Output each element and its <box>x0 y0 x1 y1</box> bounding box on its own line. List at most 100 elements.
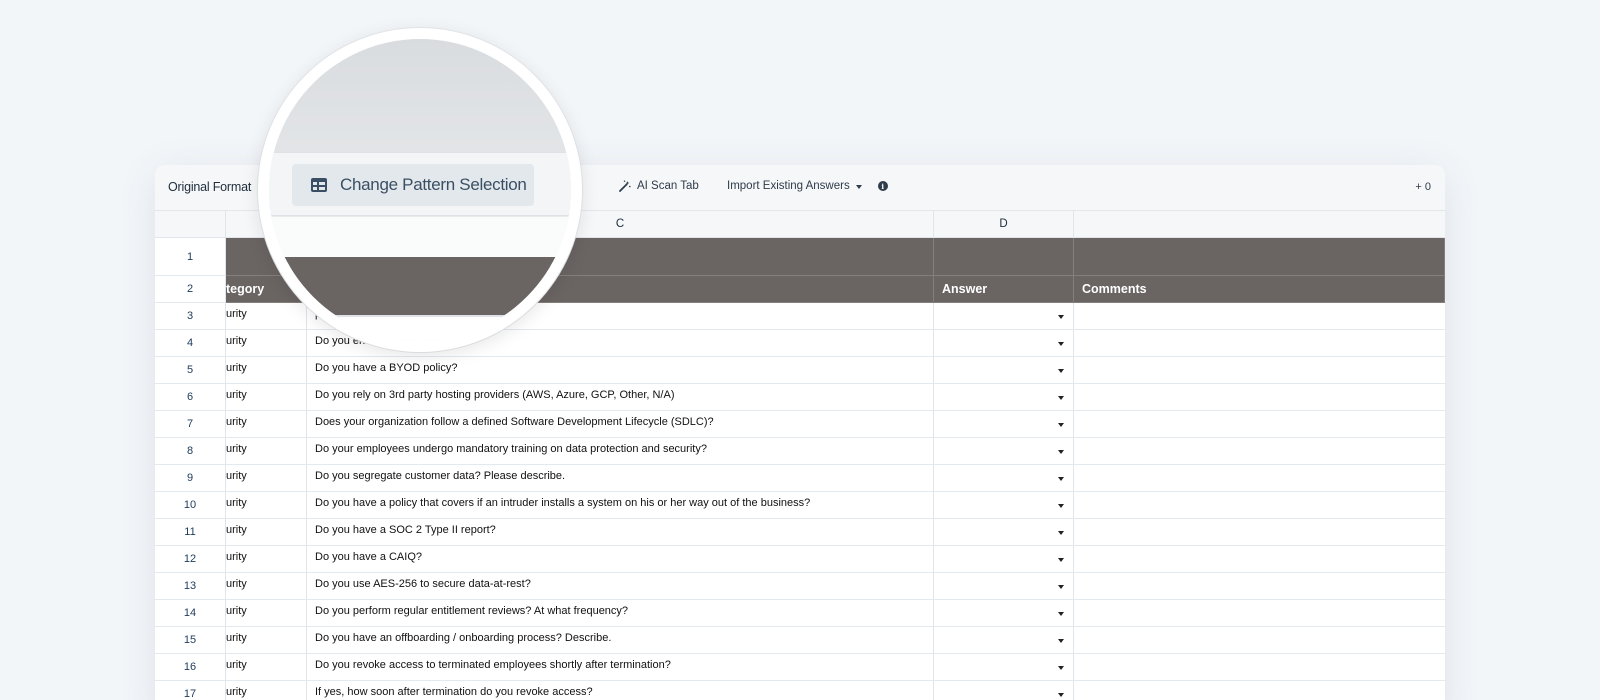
question-cell[interactable]: Do you rely on 3rd party hosting provide… <box>307 384 934 410</box>
row-number[interactable]: 7 <box>155 411 226 438</box>
category-cell[interactable]: urity <box>226 465 307 491</box>
answer-dropdown[interactable] <box>934 330 1074 356</box>
question-cell[interactable]: Do you have an offboarding / onboarding … <box>307 627 934 653</box>
answer-dropdown[interactable] <box>934 492 1074 518</box>
row-number[interactable]: 3 <box>155 303 226 330</box>
comments-header[interactable]: Comments <box>1074 276 1445 302</box>
chevron-down-icon <box>1058 396 1064 400</box>
answer-dropdown[interactable] <box>934 357 1074 383</box>
row-number[interactable]: 15 <box>155 627 226 654</box>
magnifier-lens: Change Pattern Selection <box>258 28 582 352</box>
row-number-gutter: 1 2 3 4 5 6 7 8 9 10 11 12 13 14 15 16 17 <box>155 238 226 700</box>
row-number[interactable]: 13 <box>155 573 226 600</box>
row-number[interactable]: 12 <box>155 546 226 573</box>
magnified-data-row <box>269 317 571 341</box>
corner-cell[interactable] <box>155 211 226 238</box>
comments-cell[interactable] <box>1074 573 1445 599</box>
answer-dropdown[interactable] <box>934 465 1074 491</box>
comments-cell[interactable] <box>1074 465 1445 491</box>
change-pattern-selection-button[interactable]: Change Pattern Selection <box>292 164 534 206</box>
answer-dropdown[interactable] <box>934 600 1074 626</box>
row-number[interactable]: 2 <box>155 276 226 303</box>
question-cell[interactable]: Does your organization follow a defined … <box>307 411 934 437</box>
comments-cell[interactable] <box>1074 303 1445 329</box>
row-number[interactable]: 1 <box>155 238 226 276</box>
comments-cell[interactable] <box>1074 330 1445 356</box>
original-format-button[interactable]: Original Format <box>168 180 251 194</box>
comments-cell[interactable] <box>1074 438 1445 464</box>
question-cell[interactable]: If yes, how soon after termination do yo… <box>307 681 934 700</box>
table-icon <box>311 178 327 192</box>
comments-cell[interactable] <box>1074 384 1445 410</box>
comments-cell[interactable] <box>1074 681 1445 700</box>
comments-cell[interactable] <box>1074 519 1445 545</box>
column-header-e[interactable] <box>1074 211 1445 238</box>
category-cell[interactable]: urity <box>226 384 307 410</box>
category-cell[interactable]: urity <box>226 411 307 437</box>
info-icon[interactable]: i <box>877 181 888 191</box>
answer-header[interactable]: Answer <box>934 276 1074 302</box>
answer-dropdown[interactable] <box>934 654 1074 680</box>
answer-dropdown[interactable] <box>934 546 1074 572</box>
comments-cell[interactable] <box>1074 654 1445 680</box>
answer-dropdown[interactable] <box>934 303 1074 329</box>
magic-wand-icon <box>619 180 631 192</box>
chevron-down-icon <box>855 184 862 189</box>
comments-cell[interactable] <box>1074 546 1445 572</box>
row-number[interactable]: 16 <box>155 654 226 681</box>
comments-cell[interactable] <box>1074 357 1445 383</box>
chevron-down-icon <box>1058 423 1064 427</box>
answer-dropdown[interactable] <box>934 384 1074 410</box>
question-cell[interactable]: Do you have a SOC 2 Type II report? <box>307 519 934 545</box>
column-header-d[interactable]: D <box>934 211 1074 238</box>
cell[interactable] <box>934 238 1074 275</box>
question-cell[interactable]: Do you have a policy that covers if an i… <box>307 492 934 518</box>
row-number[interactable]: 8 <box>155 438 226 465</box>
question-cell[interactable]: Do you have a CAIQ? <box>307 546 934 572</box>
category-cell[interactable]: urity <box>226 357 307 383</box>
row-number[interactable]: 11 <box>155 519 226 546</box>
row-number[interactable]: 4 <box>155 330 226 357</box>
category-cell[interactable]: urity <box>226 546 307 572</box>
category-cell[interactable]: urity <box>226 681 307 700</box>
chevron-down-icon <box>1058 558 1064 562</box>
answer-dropdown[interactable] <box>934 681 1074 700</box>
question-cell[interactable]: Do you segregate customer data? Please d… <box>307 465 934 491</box>
category-cell[interactable]: urity <box>226 438 307 464</box>
category-cell[interactable]: urity <box>226 654 307 680</box>
change-count: + 0 <box>1415 181 1431 193</box>
category-cell[interactable]: urity <box>226 573 307 599</box>
chevron-down-icon <box>1058 342 1064 346</box>
cell[interactable] <box>1074 238 1445 275</box>
table-row: urity Do you have a CAIQ? <box>226 546 1445 573</box>
row-number[interactable]: 9 <box>155 465 226 492</box>
row-number[interactable]: 10 <box>155 492 226 519</box>
answer-dropdown[interactable] <box>934 438 1074 464</box>
ai-scan-tab-button[interactable]: AI Scan Tab <box>619 180 699 192</box>
answer-dropdown[interactable] <box>934 519 1074 545</box>
question-cell[interactable]: Do you revoke access to terminated emplo… <box>307 654 934 680</box>
category-cell[interactable]: urity <box>226 492 307 518</box>
row-number[interactable]: 6 <box>155 384 226 411</box>
row-number[interactable]: 17 <box>155 681 226 700</box>
chevron-down-icon <box>1058 531 1064 535</box>
category-cell[interactable]: urity <box>226 627 307 653</box>
import-existing-answers-dropdown[interactable]: Import Existing Answers i <box>727 180 888 192</box>
row-number[interactable]: 14 <box>155 600 226 627</box>
question-cell[interactable]: Do you use AES-256 to secure data-at-res… <box>307 573 934 599</box>
table-row: urity Do you have a SOC 2 Type II report? <box>226 519 1445 546</box>
answer-dropdown[interactable] <box>934 573 1074 599</box>
row-number[interactable]: 5 <box>155 357 226 384</box>
comments-cell[interactable] <box>1074 411 1445 437</box>
question-cell[interactable]: Do your employees undergo mandatory trai… <box>307 438 934 464</box>
answer-dropdown[interactable] <box>934 411 1074 437</box>
comments-cell[interactable] <box>1074 627 1445 653</box>
comments-cell[interactable] <box>1074 492 1445 518</box>
question-cell[interactable]: Do you have a BYOD policy? <box>307 357 934 383</box>
answer-dropdown[interactable] <box>934 627 1074 653</box>
category-cell[interactable]: urity <box>226 519 307 545</box>
table-row: urity Do you rely on 3rd party hosting pr… <box>226 384 1445 411</box>
question-cell[interactable]: Do you perform regular entitlement revie… <box>307 600 934 626</box>
category-cell[interactable]: urity <box>226 600 307 626</box>
comments-cell[interactable] <box>1074 600 1445 626</box>
